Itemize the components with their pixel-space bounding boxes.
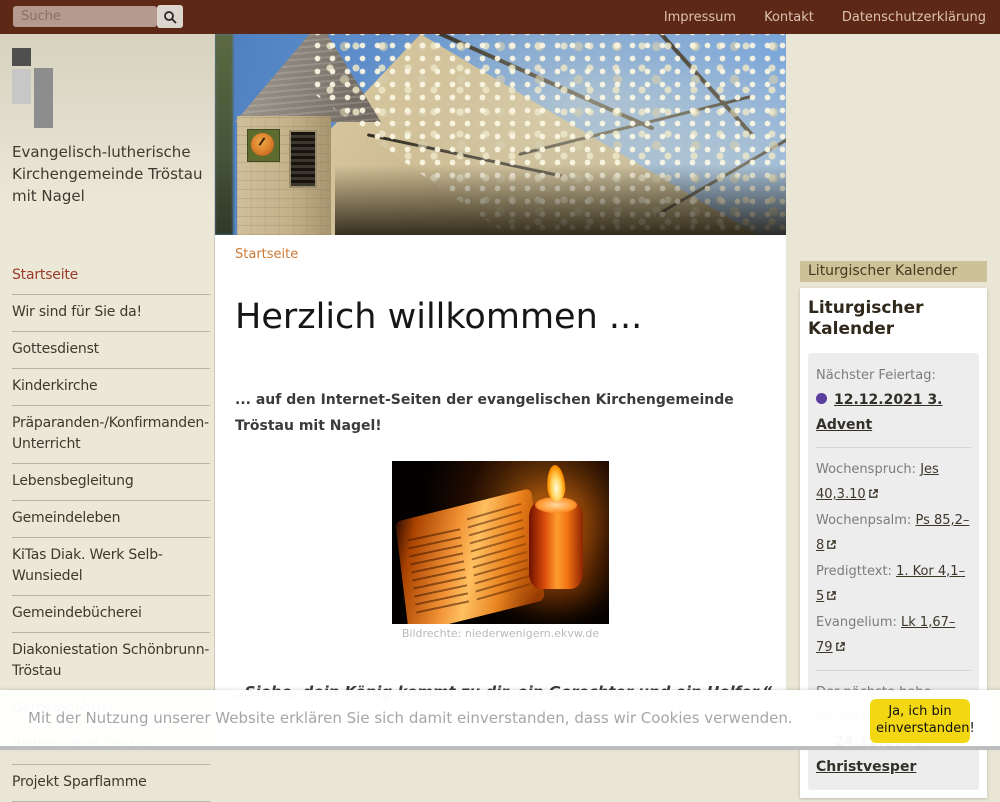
predigttext-row: Predigttext: 1. Kor 4,1–5 [816,559,971,610]
external-link-icon [835,636,846,661]
divider [816,670,971,671]
nav-item-konfirmanden-unterricht[interactable]: Präparanden-/Konfirmanden-Unterricht [12,406,210,464]
nav-item-gemeindebuecherei[interactable]: Gemeindebücherei [12,596,210,633]
top-links: Impressum Kontakt Datenschutzerklärung [664,0,986,34]
candle-art [529,501,583,589]
nav-item-kinderkirche[interactable]: Kinderkirche [12,369,210,406]
intro-text: ... auf den Internet-Seiten der evangeli… [235,387,768,439]
candle-songbook-image [392,461,609,624]
photo-trees [215,34,233,235]
photo-window-shutter [289,130,317,188]
evangelium-label: Evangelium: [816,615,897,630]
breadcrumb[interactable]: Startseite [235,247,298,262]
top-link-kontakt[interactable]: Kontakt [764,10,814,25]
cookie-message: Mit der Nutzung unserer Website erklären… [28,709,793,727]
nav-item-startseite[interactable]: Startseite [12,258,210,295]
photo-clock [247,129,280,162]
cookie-accept-button[interactable]: Ja, ich bin einverstanden! [870,699,970,743]
next-holiday-link[interactable]: 12.12.2021 3. Advent [816,392,943,433]
predigttext-label: Predigttext: [816,564,892,579]
search-button[interactable] [157,5,183,28]
wochenpsalm-row: Wochenpsalm: Ps 85,2–8 [816,508,971,559]
search-icon [163,10,177,24]
image-caption: Bildrechte: niederwenigern.ekvw.de [392,627,609,640]
logo-block-light [12,69,31,104]
external-link-icon [868,483,879,508]
nav-item-projekt-sparflamme[interactable]: Projekt Sparflamme [12,765,210,802]
logo-block-dark [12,48,31,66]
logo-block-mid [34,68,53,128]
liturgical-calendar-label: Liturgischer Kalender [800,261,987,282]
page-title: Herzlich willkommen ... [235,295,642,339]
nav-item-diakoniestation[interactable]: Diakoniestation Schönbrunn-Tröstau [12,633,210,691]
site-title: Evangelisch-lutherische Kirchengemeinde … [12,141,204,207]
top-link-datenschutz[interactable]: Datenschutzerklärung [842,10,986,25]
cookie-consent-bar: Mit der Nutzung unserer Website erklären… [0,690,1000,750]
wochenspruch-label: Wochenspruch: [816,462,916,477]
flame-art [546,464,566,501]
holiday-bullet-icon [816,393,827,404]
header-photo-church [215,34,786,235]
external-link-icon [826,585,837,610]
nav-item-wir-sind-fuer-sie-da[interactable]: Wir sind für Sie da! [12,295,210,332]
songbook-art [395,488,545,624]
main-content: Startseite Herzlich willkommen ... ... a… [215,235,786,750]
nav-item-gemeindeleben[interactable]: Gemeindeleben [12,501,210,538]
candle-figure: Bildrechte: niederwenigern.ekvw.de [392,461,609,640]
wochenpsalm-label: Wochenpsalm: [816,513,911,528]
external-link-icon [826,534,837,559]
evangelium-row: Evangelium: Lk 1,67–79 [816,610,971,661]
liturgical-panel-title: Liturgischer Kalender [808,298,979,340]
next-holiday-row: 12.12.2021 3. Advent [816,388,971,438]
nav-item-lebensbegleitung[interactable]: Lebensbegleitung [12,464,210,501]
left-sidebar: Evangelisch-lutherische Kirchengemeinde … [0,34,215,750]
top-bar: Impressum Kontakt Datenschutzerklärung [0,0,1000,34]
wochenspruch-row: Wochenspruch: Jes 40,3.10 [816,457,971,508]
next-holiday-label: Nächster Feiertag: [816,363,971,388]
divider [816,447,971,448]
top-link-impressum[interactable]: Impressum [664,10,736,25]
nav-item-gottesdienst[interactable]: Gottesdienst [12,332,210,369]
photo-shadow [335,165,786,235]
site-logo [12,48,72,144]
search-input[interactable] [13,6,157,27]
nav-item-kitas[interactable]: KiTas Diak. Werk Selb-Wunsiedel [12,538,210,596]
